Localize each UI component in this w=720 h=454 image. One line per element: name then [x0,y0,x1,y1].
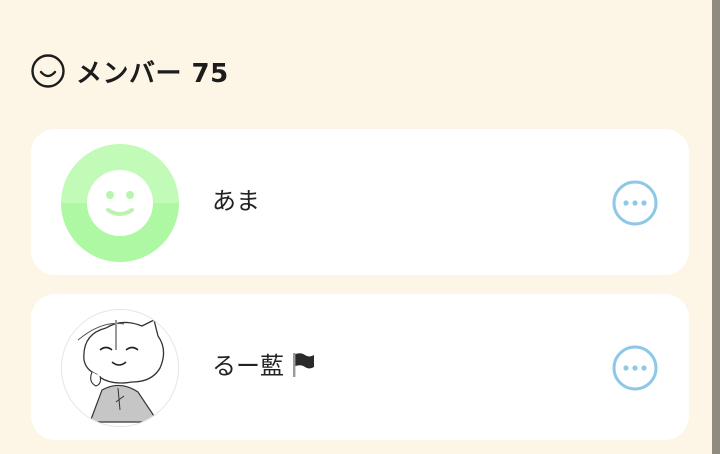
member-name: あま [212,181,260,216]
members-title: メンバー 75 [76,58,229,89]
member-card[interactable]: るー藍 [31,294,689,440]
member-avatar[interactable] [61,144,179,262]
member-card[interactable]: あま [31,129,689,275]
members-header: メンバー 75 [30,52,229,90]
member-name-text: るー藍 [212,352,284,380]
more-options-icon [612,345,658,391]
more-options-button[interactable] [611,179,659,227]
smiley-face-icon [31,54,65,88]
member-name-text: あま [212,187,260,215]
black-flag-icon [288,349,318,379]
drawn-character-avatar [62,310,178,426]
member-avatar[interactable] [61,309,179,427]
member-name: るー藍 [212,346,318,381]
default-smiley-avatar [61,144,179,262]
scrollbar[interactable] [712,0,720,454]
more-options-button[interactable] [611,344,659,392]
more-options-icon [612,180,658,226]
